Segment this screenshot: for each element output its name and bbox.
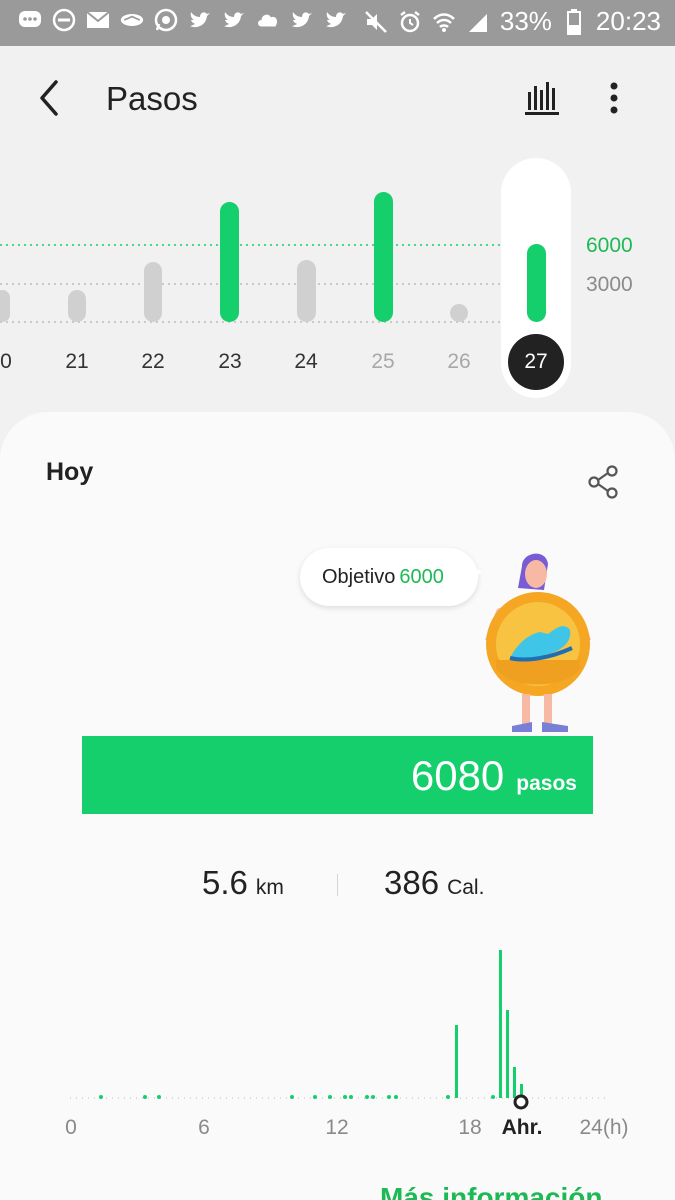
hour-axis-label: 0 bbox=[65, 1116, 77, 1139]
battery-percent: 33% bbox=[499, 6, 552, 36]
whatsapp-icon bbox=[154, 8, 178, 32]
steps-count: 6080 bbox=[410, 752, 505, 799]
trends-button[interactable] bbox=[522, 78, 562, 118]
hour-bar bbox=[506, 1010, 509, 1098]
selected-day-label[interactable]: 27 bbox=[516, 350, 556, 374]
hour-axis-label: 12 bbox=[325, 1116, 349, 1139]
share-icon bbox=[588, 465, 618, 499]
day-bar bbox=[374, 192, 393, 322]
more-vertical-icon bbox=[610, 82, 618, 114]
steps-unit: pasos bbox=[516, 772, 577, 795]
day-bar bbox=[527, 244, 546, 322]
alarm-icon bbox=[398, 8, 422, 36]
day-label[interactable]: 23 bbox=[210, 350, 250, 374]
hour-mark bbox=[328, 1095, 332, 1099]
hour-mark bbox=[365, 1095, 369, 1099]
day-label[interactable]: 21 bbox=[57, 350, 97, 374]
page-title: Pasos bbox=[106, 80, 198, 117]
hour-bar bbox=[455, 1025, 458, 1098]
hour-mark bbox=[394, 1095, 398, 1099]
hour-axis-label: 24(h) bbox=[579, 1116, 629, 1139]
bar-chart-icon bbox=[525, 82, 559, 115]
battery-icon bbox=[562, 8, 586, 36]
metric-divider bbox=[337, 874, 338, 896]
hour-mark bbox=[387, 1095, 391, 1099]
hour-mark bbox=[313, 1095, 317, 1099]
day-label[interactable]: 24 bbox=[286, 350, 326, 374]
steps-progress-bar: 6080 pasos bbox=[82, 736, 593, 814]
handshake-icon bbox=[120, 8, 144, 32]
distance-metric: 5.6 km bbox=[202, 864, 284, 902]
goal-prefix: Objetivo bbox=[322, 566, 396, 588]
mid-axis-label: 3000 bbox=[586, 273, 633, 296]
back-arrow-icon bbox=[40, 80, 58, 116]
calories-unit: Cal. bbox=[447, 876, 485, 899]
cloud-icon bbox=[256, 8, 280, 32]
day-label[interactable]: 0 bbox=[0, 350, 26, 374]
twitter-icon bbox=[188, 8, 212, 32]
hour-bar bbox=[499, 950, 502, 1098]
share-button[interactable] bbox=[584, 462, 624, 502]
hour-mark bbox=[491, 1095, 495, 1099]
hour-mark bbox=[446, 1095, 450, 1099]
hour-mark bbox=[290, 1095, 294, 1099]
hour-axis-label: 18 bbox=[458, 1116, 482, 1139]
hour-mark bbox=[143, 1095, 147, 1099]
today-metrics: 5.6 km 386 Cal. bbox=[0, 864, 675, 904]
mail-icon bbox=[86, 8, 110, 32]
app-bar: Pasos bbox=[0, 46, 675, 150]
do-not-disturb-icon bbox=[52, 8, 76, 32]
hour-bar bbox=[513, 1067, 516, 1098]
day-bar bbox=[0, 290, 10, 322]
day-bar bbox=[144, 262, 162, 322]
hour-axis-label: 6 bbox=[198, 1116, 210, 1139]
signal-icon bbox=[466, 8, 490, 36]
today-heading: Hoy bbox=[46, 458, 94, 486]
hour-mark bbox=[371, 1095, 375, 1099]
calories-metric: 386 Cal. bbox=[384, 864, 484, 902]
status-bar: 33% 20:23 bbox=[0, 0, 675, 46]
more-options-button[interactable] bbox=[596, 76, 632, 120]
back-button[interactable] bbox=[32, 76, 68, 120]
goal-bubble: Objetivo 6000 bbox=[300, 548, 478, 606]
hour-mark bbox=[349, 1095, 353, 1099]
current-hour-label: Ahr. bbox=[501, 1116, 543, 1139]
clock: 20:23 bbox=[595, 6, 661, 36]
mascot-illustration bbox=[485, 553, 592, 732]
chat-icon bbox=[18, 8, 42, 32]
today-card: Hoy Objetivo 6000 6080 pasos 5.6 km 386 … bbox=[0, 412, 675, 1200]
day-bar bbox=[68, 290, 86, 322]
goal-axis-label: 6000 bbox=[586, 234, 633, 257]
twitter-icon bbox=[324, 8, 348, 32]
hour-mark bbox=[99, 1095, 103, 1099]
more-info-link[interactable]: Más información bbox=[380, 1182, 602, 1200]
hour-mark bbox=[343, 1095, 347, 1099]
distance-value: 5.6 bbox=[202, 864, 248, 901]
hourly-steps-chart: 0 6 12 18 Ahr. 24(h) bbox=[0, 932, 675, 1172]
twitter-icon bbox=[222, 8, 246, 32]
wifi-icon bbox=[432, 8, 456, 36]
day-bar bbox=[297, 260, 316, 322]
distance-unit: km bbox=[255, 876, 284, 899]
mute-icon bbox=[364, 8, 388, 36]
twitter-icon bbox=[290, 8, 314, 32]
current-time-marker bbox=[513, 1094, 529, 1110]
calories-value: 386 bbox=[384, 864, 440, 901]
weekly-steps-chart: 6000 3000 0 21 22 23 24 25 26 27 bbox=[0, 150, 675, 410]
hour-mark bbox=[157, 1095, 161, 1099]
day-label[interactable]: 25 bbox=[363, 350, 403, 374]
goal-value: 6000 bbox=[399, 566, 444, 588]
day-bar bbox=[220, 202, 239, 322]
day-label[interactable]: 22 bbox=[133, 350, 173, 374]
day-bar bbox=[450, 304, 468, 322]
day-label[interactable]: 26 bbox=[439, 350, 479, 374]
